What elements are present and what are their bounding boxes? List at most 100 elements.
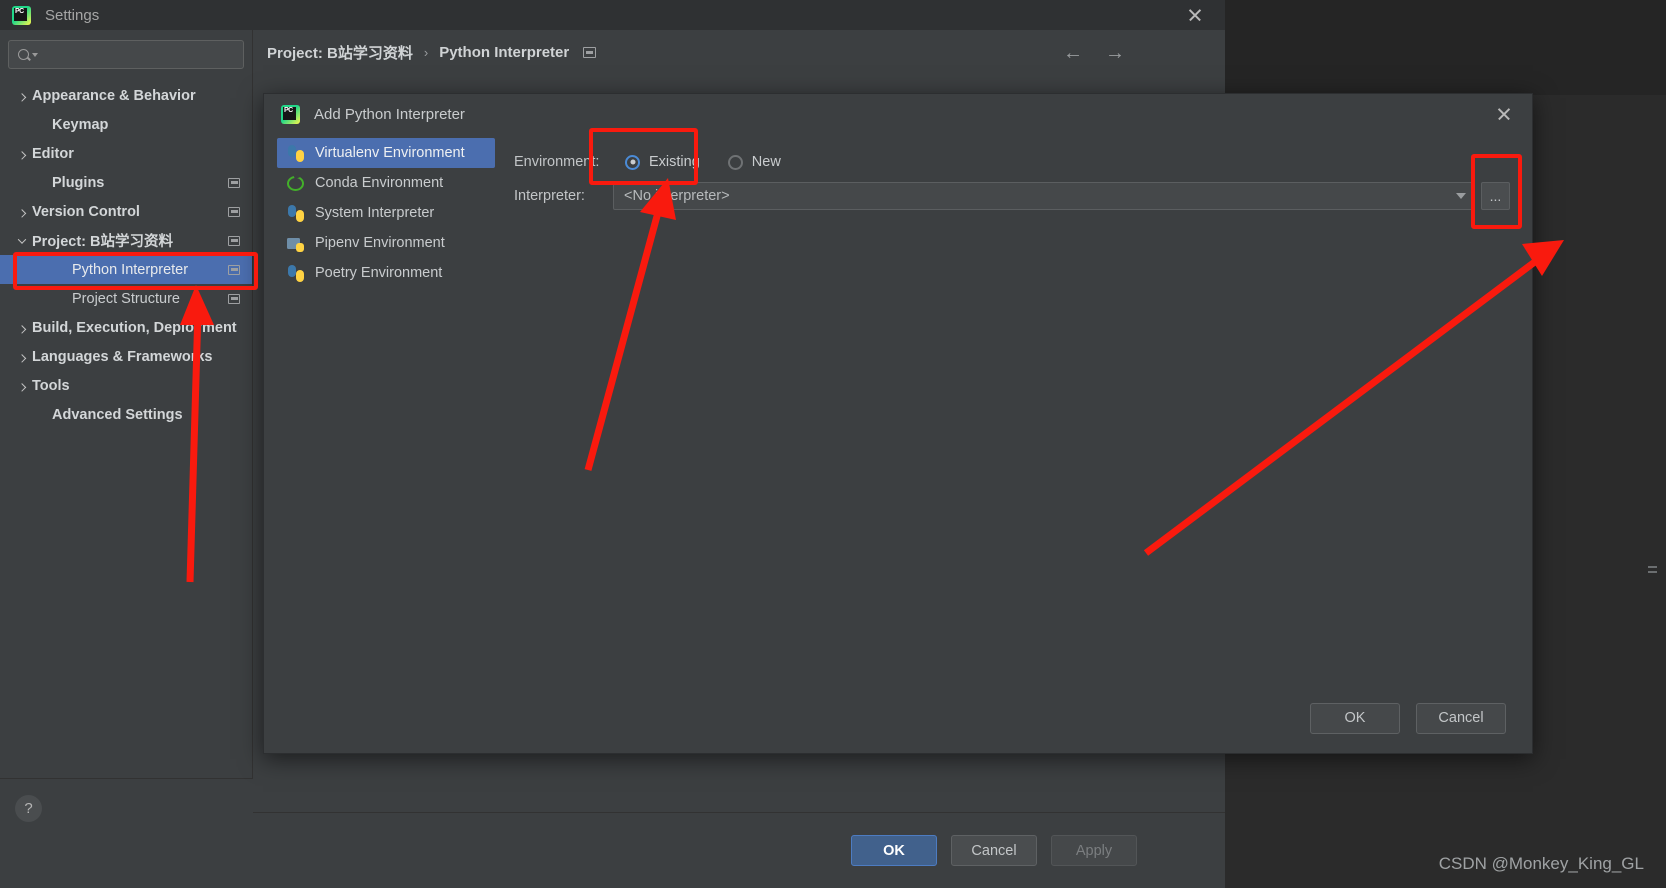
chevron-right-icon[interactable] [12,324,32,334]
poetry-icon [287,264,304,282]
nav-arrows: ← → [1063,43,1207,63]
browse-interpreter-button[interactable]: ... [1481,182,1510,210]
dialog-ok-button[interactable]: OK [1310,702,1400,734]
dialog-titlebar: PC Add Python Interpreter [264,94,1532,134]
radio-label: New [751,154,781,170]
back-arrow-icon[interactable]: ← [1063,43,1083,63]
settings-ok-button[interactable]: OK [851,835,937,866]
chevron-right-icon[interactable] [12,150,32,160]
venv-badge-icon: v [297,152,303,164]
pycharm-logo-text: PC [15,7,24,15]
dialog-form: Environment: Existing New Interpreter: <N… [495,134,1532,683]
env-type-system-interpreter[interactable]: System Interpreter [277,198,495,228]
dialog-pycharm-logo-icon: PC [281,104,300,124]
watermark: CSDN @Monkey_King_GL [1438,854,1644,873]
screen: PC Settings Appearance & Behavior Keymap E… [0,0,1666,888]
env-type-label: Conda Environment [315,175,444,191]
sidebar-item-version-control[interactable]: Version Control [0,197,252,226]
close-icon[interactable] [1187,7,1203,23]
sidebar-item-python-interpreter[interactable]: Python Interpreter [0,255,252,284]
env-type-conda-environment[interactable]: Conda Environment [277,168,495,198]
dialog-footer: OK Cancel [264,683,1532,753]
sidebar-item-label: Build, Execution, Deployment [32,319,237,336]
environment-label: Environment: [514,154,600,170]
sidebar-item-languages-frameworks[interactable]: Languages & Frameworks [0,342,252,371]
sidebar-item-plugins[interactable]: Plugins [0,168,252,197]
sidebar-item-editor[interactable]: Editor [0,139,252,168]
dialog-title: Add Python Interpreter [314,105,465,123]
sidebar-item-label: Languages & Frameworks [32,348,213,365]
settings-tree: Appearance & Behavior Keymap Editor Plugins… [0,81,252,429]
sidebar-item-label: Project Structure [72,290,180,307]
python-venv-icon: v [287,144,304,164]
search-icon [17,48,31,62]
sidebar-item-appearance-behavior[interactable]: Appearance & Behavior [0,81,252,110]
python-icon [287,204,304,222]
chevron-down-icon [1456,193,1466,199]
environment-row: Environment: Existing New [514,145,1532,179]
sidebar-item-label: Project: B站学习资料 [32,234,173,250]
env-type-label: Poetry Environment [315,265,443,281]
env-type-label: System Interpreter [315,205,435,221]
dialog-body: v Virtualenv Environment Conda Environment… [264,134,1532,683]
project-scope-icon [228,177,240,188]
breadcrumb-project[interactable]: Project: B站学习资料 [267,42,413,63]
sidebar-item-label: Python Interpreter [72,261,189,278]
sidebar-item-advanced-settings[interactable]: Advanced Settings [0,400,252,429]
radio-new[interactable]: New [727,154,781,170]
search-box[interactable] [8,40,244,69]
forward-arrow-icon[interactable]: → [1105,43,1125,63]
conda-icon [287,176,304,191]
radio-indicator [727,154,743,170]
breadcrumb: Project: B站学习资料 › Python Interpreter ← → [253,30,1225,75]
project-scope-icon [228,206,240,217]
window-title: Settings [45,6,100,24]
env-type-label: Virtualenv Environment [315,145,465,161]
pipenv-folder-icon [287,235,304,252]
breadcrumb-separator: › [423,45,429,60]
dialog-close-icon[interactable] [1496,106,1512,122]
dialog-logo-text: PC [284,106,293,114]
env-type-pipenv-environment[interactable]: Pipenv Environment [277,228,495,258]
radio-existing[interactable]: Existing [625,154,700,170]
dialog-cancel-button[interactable]: Cancel [1416,702,1506,734]
sidebar-item-build-execution-deployment[interactable]: Build, Execution, Deployment [0,313,252,342]
sidebar-item-project-structure[interactable]: Project Structure [0,284,252,313]
radio-indicator [625,154,640,170]
sidebar-item-label: Editor [32,145,74,162]
chevron-right-icon[interactable] [12,92,32,102]
sidebar-item-label: Tools [32,377,70,394]
project-scope-icon [228,293,240,304]
sidebar-item-label: Version Control [32,203,140,220]
sidebar-item-label: Advanced Settings [52,406,183,423]
help-button[interactable]: ? [15,795,42,822]
help-bar: ? [0,778,253,888]
env-type-poetry-environment[interactable]: Poetry Environment [277,258,495,288]
sidebar-item-label: Appearance & Behavior [32,87,196,104]
project-scope-icon [583,47,597,58]
scrollbar-marker[interactable] [1648,566,1657,573]
chevron-down-icon[interactable] [12,234,32,244]
chevron-right-icon[interactable] [12,382,32,392]
settings-apply-button[interactable]: Apply [1051,835,1137,866]
project-scope-icon [228,264,240,275]
settings-cancel-button[interactable]: Cancel [951,835,1037,866]
chevron-right-icon[interactable] [12,208,32,218]
env-type-virtualenv-environment[interactable]: v Virtualenv Environment [277,138,495,168]
sidebar-item-project-b[interactable]: Project: B站学习资料 [0,226,252,255]
search-input[interactable] [42,47,235,62]
desktop-backdrop-top [1225,0,1666,95]
interpreter-combo-wrap: <No interpreter> ... [611,182,1532,210]
interpreter-select[interactable]: <No interpreter> [613,182,1475,210]
radio-label: Existing [649,154,700,170]
chevron-right-icon[interactable] [12,353,32,363]
settings-titlebar: PC Settings [0,0,1225,30]
sidebar-item-keymap[interactable]: Keymap [0,110,252,139]
interpreter-row: Interpreter: <No interpreter> ... [514,179,1532,213]
chevron-down-icon [32,52,38,57]
sidebar-item-label: Keymap [52,116,109,133]
sidebar-item-tools[interactable]: Tools [0,371,252,400]
env-type-label: Pipenv Environment [315,235,445,251]
interpreter-label: Interpreter: [514,188,585,204]
project-scope-icon [228,235,240,246]
